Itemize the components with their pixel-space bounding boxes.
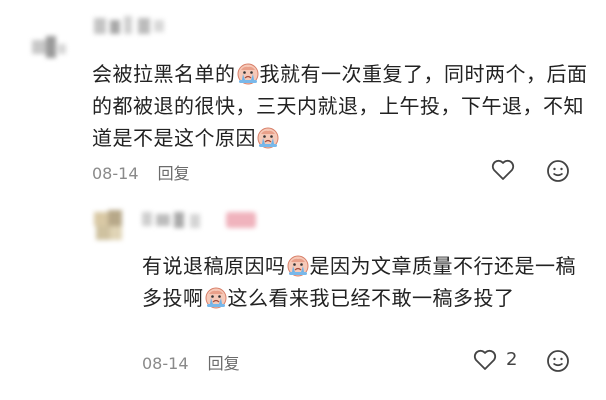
heart-icon [473,349,497,370]
reply-like-button[interactable]: 2 [472,348,532,374]
reply-avatar[interactable] [92,208,128,244]
emoji-smile-icon [547,350,569,372]
reply-text: 有说退稿原因吗 是因为文章质量不行还是一稿多投啊 这么看来我已经不敢一稿多投了 [142,254,576,310]
crying-emoji-icon [287,255,309,277]
crying-emoji-icon [237,63,259,85]
comment-date: 08-14 [92,164,139,183]
heart-icon [491,159,515,180]
comment-emoji-button[interactable] [545,158,571,184]
reply-emoji-button[interactable] [545,348,571,374]
reply-reply-button[interactable]: 回复 [208,354,240,373]
comment-like-button[interactable] [490,158,516,182]
crying-emoji-icon [257,127,279,149]
reply-meta: 08-14 回复 [142,350,240,374]
reply-like-count: 2 [506,349,518,370]
reply-date: 08-14 [142,354,189,373]
avatar[interactable] [26,26,74,70]
comment-reply-button[interactable]: 回复 [158,164,190,183]
emoji-smile-icon [547,160,569,182]
comment-meta: 08-14 回复 [92,160,190,184]
username[interactable] [92,14,172,38]
crying-emoji-icon [205,287,227,309]
comment-text: 会被拉黑名单的 我就有一次重复了，同时两个，后面的都被退的很快，三天内就退，上午投… [92,62,588,150]
reply-username[interactable] [142,208,262,232]
